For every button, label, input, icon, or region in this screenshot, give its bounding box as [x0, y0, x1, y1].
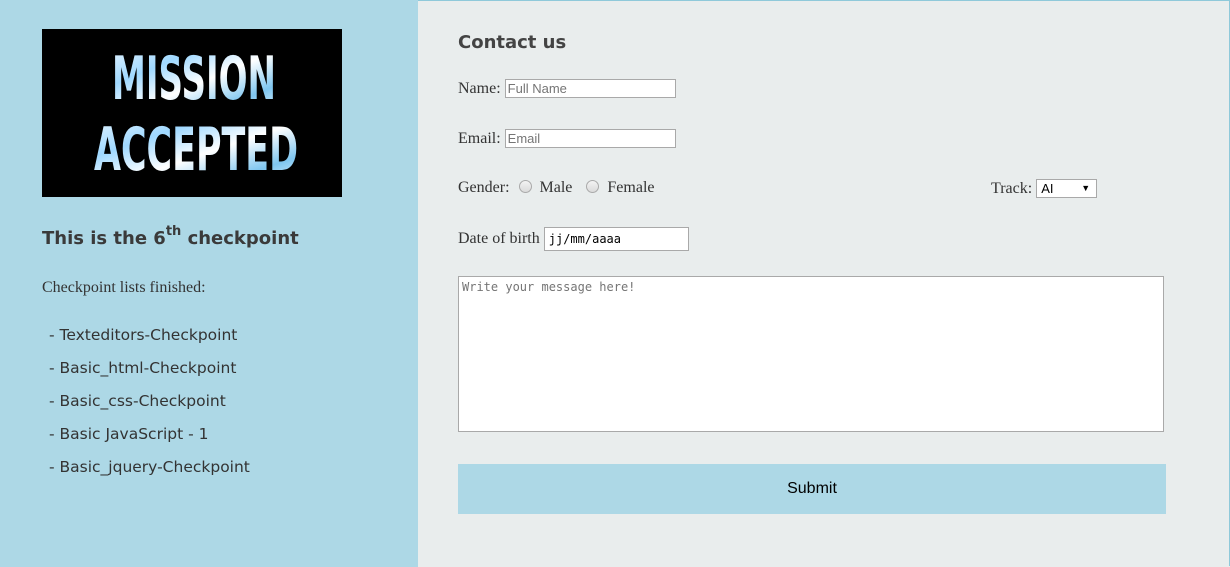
female-label: Female	[607, 179, 655, 196]
male-radio[interactable]	[518, 179, 532, 193]
logo-line-1: MISSION	[112, 44, 276, 114]
email-input[interactable]	[504, 129, 676, 148]
email-row: Email:	[458, 129, 676, 148]
checkpoint-list: - Texteditors-Checkpoint - Basic_html-Ch…	[49, 325, 250, 490]
submit-button[interactable]: Submit	[458, 464, 1166, 514]
checkpoint-title: This is the 6th checkpoint	[42, 224, 299, 249]
track-label: Track:	[991, 179, 1033, 197]
gender-label: Gender:	[458, 179, 510, 196]
dropdown-arrow-icon: ▼	[1081, 183, 1091, 193]
list-item: - Basic_html-Checkpoint	[49, 359, 237, 377]
male-label: Male	[539, 179, 573, 196]
dob-label: Date of birth	[458, 230, 540, 247]
gender-option-female[interactable]: Female	[586, 179, 655, 197]
mission-accepted-logo: MISSION ACCEPTED	[42, 29, 342, 197]
list-item: - Basic_jquery-Checkpoint	[49, 458, 250, 476]
checkpoint-title-prefix: This is the 6	[42, 228, 166, 249]
sidebar: MISSION ACCEPTED This is the 6th checkpo…	[0, 0, 418, 567]
checkpoint-title-suffix: checkpoint	[181, 228, 299, 249]
email-label: Email:	[458, 129, 501, 147]
gender-row: Gender: Male Female	[458, 179, 669, 197]
female-radio[interactable]	[586, 179, 600, 193]
list-item: - Basic JavaScript - 1	[49, 425, 209, 443]
gender-option-male[interactable]: Male	[518, 179, 573, 197]
track-row: Track: AI ▼	[991, 179, 1098, 198]
name-row: Name:	[458, 79, 676, 98]
name-input[interactable]	[504, 79, 676, 98]
checkpoint-list-subtitle: Checkpoint lists finished:	[42, 279, 206, 296]
checkpoint-title-superscript: th	[165, 224, 182, 239]
dob-input[interactable]	[543, 227, 689, 251]
contact-title: Contact us	[458, 32, 567, 53]
message-textarea[interactable]	[458, 276, 1164, 432]
track-select[interactable]: AI ▼	[1036, 179, 1098, 198]
list-item: - Basic_css-Checkpoint	[49, 392, 226, 410]
list-item: - Texteditors-Checkpoint	[49, 326, 238, 344]
name-label: Name:	[458, 79, 501, 97]
dob-row: Date of birth	[458, 227, 689, 251]
contact-form-panel: Contact us Name: Email: Gender: Male Fem…	[418, 0, 1230, 567]
track-selected-value: AI	[1041, 181, 1054, 196]
logo-line-2: ACCEPTED	[94, 115, 298, 185]
